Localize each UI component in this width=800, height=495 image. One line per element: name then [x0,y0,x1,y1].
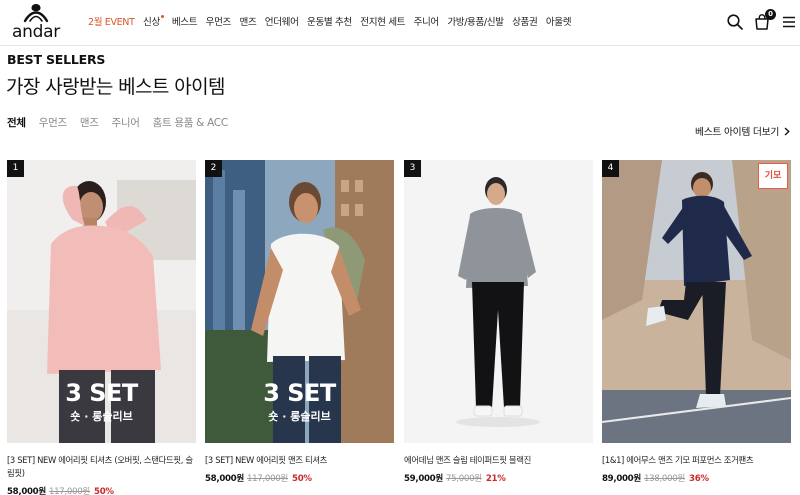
category-tab[interactable]: 주니어 [112,115,140,130]
product-price-row: 89,000원 138,000원 36% [602,472,709,484]
set-overlay-title: 3 SET [65,379,138,407]
product-grid: 1 3 SET 숏 · 롱슬리브 [3 SET] NEW 에어리핏 티셔츠 (오… [7,160,793,495]
product-photo-man-jogger-running [602,160,791,443]
original-price: 117,000원 [246,474,289,484]
product-price-row: 58,000원 117,000원 50% [7,485,114,495]
brushed-tag: 기모 [758,163,788,189]
nav-item[interactable]: 주니어 [414,14,440,28]
nav-item[interactable]: 신상 [143,14,164,28]
nav-item[interactable]: 맨즈 [239,14,256,28]
discount-rate: 21% [485,474,506,484]
product-card[interactable]: 2 3 SET 숏 · 롱슬리브 [3 SET] NEW 에어리핏 맨즈 티셔츠… [205,160,394,495]
search-icon [727,14,743,30]
original-price: 117,000원 [48,487,91,495]
product-card[interactable]: 1 3 SET 숏 · 롱슬리브 [3 SET] NEW 에어리핏 티셔츠 (오… [7,160,196,495]
sale-price: 58,000원 [205,474,244,484]
original-price: 75,000원 [445,474,482,484]
product-name[interactable]: [3 SET] NEW 에어리핏 티셔츠 (오버핏, 스탠다드핏, 슬림핏) [7,454,196,480]
menu-button[interactable] [780,13,798,31]
set-overlay: 3 SET 숏 · 롱슬리브 [7,380,196,424]
cart-button[interactable]: 0 [753,9,776,31]
rank-badge: 3 [404,160,421,177]
nav-item[interactable]: 2월 EVENT [88,14,135,28]
site-header: andar 2월 EVENT 신상 베스트 우먼즈 맨즈 언더웨어 운동별 추천 전지현 세트… [0,0,800,46]
new-dot-indicator [160,15,164,18]
set-overlay: 3 SET 숏 · 롱슬리브 [205,380,394,424]
category-tab[interactable]: 전체 [7,115,26,130]
original-price: 138,000원 [643,474,686,484]
nav-item[interactable]: 가방/용품/신발 [447,14,504,28]
brand-logo[interactable]: andar [10,3,62,43]
category-tab[interactable]: 우먼즈 [39,115,67,130]
discount-rate: 50% [292,474,312,484]
product-price-row: 59,000원 75,000원 21% [404,472,506,484]
product-name[interactable]: [1&1] 에어무스 맨즈 기모 퍼포먼스 조거팬츠 [602,454,791,467]
rank-badge: 1 [7,160,24,177]
product-image[interactable] [404,160,593,443]
main-nav: 2월 EVENT 신상 베스트 우먼즈 맨즈 언더웨어 운동별 추천 전지현 세트 주니어 가방/… [88,14,580,28]
product-name[interactable]: 에어데님 맨즈 슬림 테이퍼드핏 블랙진 [404,454,593,467]
nav-item[interactable]: 언더웨어 [265,14,299,28]
nav-item[interactable]: 운동별 추천 [307,14,352,28]
logo-mark-icon [23,4,49,23]
chevron-right-icon [784,127,790,135]
product-image[interactable] [602,160,791,443]
sale-price: 89,000원 [602,474,641,484]
rank-badge: 4 [602,160,619,177]
search-button[interactable] [726,13,744,31]
brand-name: andar [12,22,60,42]
rank-badge: 2 [205,160,222,177]
set-overlay-title: 3 SET [263,379,336,407]
product-card[interactable]: 4 기모 [1&1] 에어무스 맨즈 기모 퍼포먼스 조거팬츠 89,000원 1… [602,160,791,495]
section-eyebrow: BEST SELLERS [7,52,106,67]
nav-item[interactable]: 아울렛 [546,14,572,28]
nav-item[interactable]: 상품권 [512,14,538,28]
nav-item[interactable]: 베스트 [172,14,198,28]
discount-rate: 50% [94,487,114,495]
nav-item[interactable]: 우먼즈 [206,14,232,28]
cart-count-badge: 0 [765,9,776,20]
sale-price: 58,000원 [7,487,46,495]
page-title: 가장 사랑받는 베스트 아이템 [6,76,225,98]
product-name[interactable]: [3 SET] NEW 에어리핏 맨즈 티셔츠 [205,454,394,467]
hamburger-menu-icon [783,16,795,28]
nav-item[interactable]: 전지현 세트 [360,14,405,28]
product-photo-man-black-jeans [404,160,593,443]
sale-price: 59,000원 [404,474,443,484]
category-tab[interactable]: 맨즈 [80,115,99,130]
product-card[interactable]: 3 에어데님 맨즈 슬림 테이퍼드핏 블랙진 59,000원 75,000원 21% [404,160,593,495]
category-tabs: 전체 우먼즈 맨즈 주니어 홈트 용품 & ACC [7,115,241,130]
view-more-bestsellers-link[interactable]: 베스트 아이템 더보기 [695,124,790,138]
product-price-row: 58,000원 117,000원 50% [205,472,312,484]
set-overlay-subtitle: 숏 · 롱슬리브 [70,410,133,423]
set-overlay-subtitle: 숏 · 롱슬리브 [268,410,331,423]
view-more-label: 베스트 아이템 더보기 [695,127,780,138]
discount-rate: 36% [689,474,709,484]
category-tab[interactable]: 홈트 용품 & ACC [153,115,229,130]
